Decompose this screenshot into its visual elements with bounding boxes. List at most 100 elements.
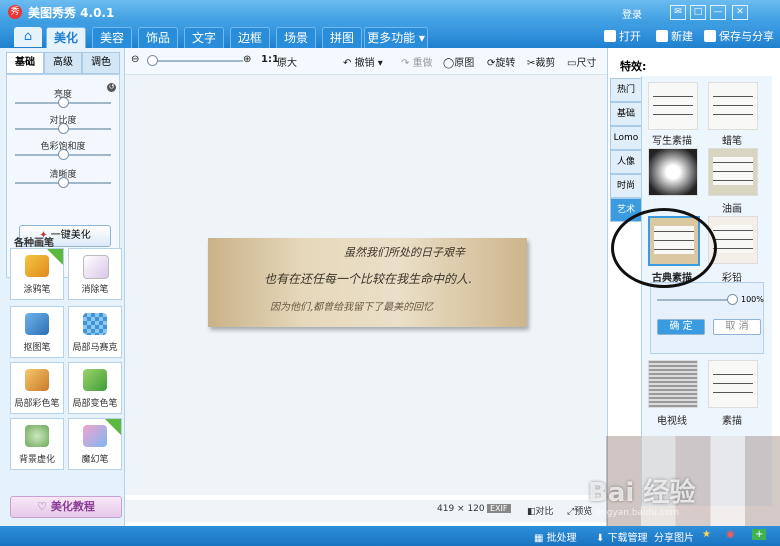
tab-text[interactable]: 文字	[184, 27, 224, 48]
effect-pencil-sketch[interactable]	[708, 360, 758, 408]
tutorial-button[interactable]: ♡ 美化教程	[10, 496, 122, 518]
recolor-brush-label: 局部变色笔	[72, 399, 118, 409]
subtab-advanced[interactable]: 高级	[44, 52, 82, 74]
photo-image[interactable]: 虽然我们所处的日子艰辛 也有在还任每一个比较在我生命中的人. 因为他们,都曾给我…	[208, 238, 527, 327]
app-title: 美图秀秀 4.0.1	[28, 6, 115, 20]
tab-frame[interactable]: 边框	[230, 27, 270, 48]
photo-line-2: 也有在还任每一个比较在我生命中的人.	[264, 272, 472, 286]
cancel-button[interactable]: 取 消	[713, 319, 761, 335]
category-fashion[interactable]: 时尚	[610, 174, 642, 198]
magic-wand-icon	[83, 425, 107, 447]
brightness-knob[interactable]	[58, 97, 69, 108]
open-button[interactable]: 打开	[604, 28, 641, 46]
compare-button[interactable]: ◧对比	[527, 504, 554, 517]
batch-button[interactable]: ▦ 批处理	[534, 529, 577, 544]
original-size-button[interactable]: 原大	[277, 54, 297, 69]
one-key-label: 一键美化	[50, 230, 91, 241]
status-bar: 419 × 120 EXIF ◧对比 ⤢预览	[125, 500, 607, 522]
tutorial-icon: ♡	[37, 500, 51, 513]
home-icon[interactable]: ⌂	[14, 27, 42, 47]
category-portrait[interactable]: 人像	[610, 150, 642, 174]
canvas-area[interactable]: 虽然我们所处的日子艰辛 也有在还任每一个比较在我生命中的人. 因为他们,都曾给我…	[125, 75, 607, 495]
close-button[interactable]: ✕	[732, 5, 748, 20]
zoom-knob[interactable]	[147, 55, 158, 66]
effect-sketch[interactable]	[648, 82, 698, 130]
effect-settings: 100% 确 定 取 消	[650, 282, 764, 354]
weibo-icon[interactable]: ◉	[726, 529, 735, 540]
add-icon[interactable]: +	[752, 529, 767, 540]
effect-sketch-label: 写生素描	[652, 136, 692, 147]
plus-icon	[656, 30, 668, 42]
download-label: 下载管理	[607, 533, 648, 544]
bucket-icon	[83, 369, 107, 391]
cutout-brush[interactable]: 抠图笔	[10, 306, 64, 358]
blur-brush[interactable]: 背景虚化	[10, 418, 64, 470]
skin-icon[interactable]: □	[690, 5, 706, 20]
mosaic-brush[interactable]: 局部马赛克	[68, 306, 122, 358]
pencil-icon	[25, 255, 49, 277]
new-button[interactable]: 新建	[656, 28, 693, 46]
save-share-button[interactable]: 保存与分享	[704, 28, 774, 46]
crop-button[interactable]: ✂裁剪	[527, 54, 555, 69]
category-lomo[interactable]: Lomo	[610, 126, 642, 150]
magic-brush[interactable]: 魔幻笔	[68, 418, 122, 470]
doodle-brush[interactable]: 涂鸦笔	[10, 248, 64, 300]
zoom-out-icon[interactable]: ⊖	[131, 54, 139, 65]
tab-decoration[interactable]: 饰品	[138, 27, 178, 48]
category-hot[interactable]: 热门	[610, 78, 642, 102]
original-image-button[interactable]: ◯原图	[443, 54, 474, 69]
new-badge	[105, 419, 121, 435]
tab-face[interactable]: 美容	[92, 27, 132, 48]
crop-label: 裁剪	[535, 58, 556, 69]
color-brush-label: 局部彩色笔	[14, 399, 60, 409]
saturation-knob[interactable]	[58, 149, 69, 160]
bottom-bar: ▦ 批处理 ⬇ 下载管理 分享图片 ★ ◉ +	[0, 526, 780, 546]
effect-comic[interactable]	[648, 148, 698, 196]
star-icon[interactable]: ★	[702, 529, 711, 540]
paintbrush-icon	[25, 369, 49, 391]
effect-crayon[interactable]	[708, 82, 758, 130]
magic-brush-label: 魔幻笔	[81, 455, 109, 465]
subtab-color[interactable]: 调色	[82, 52, 120, 74]
eraser-brush[interactable]: 消除笔	[68, 248, 122, 300]
color-brush[interactable]: 局部彩色笔	[10, 362, 64, 414]
canvas-toolbar: ⊖ ⊕ 1:1 原大 ↶ 撤销 ▾ ↷ 重做 ◯原图 ⟳旋转 ✂裁剪 ▭尺寸	[125, 48, 607, 75]
exif-badge[interactable]: EXIF	[487, 504, 511, 513]
opacity-knob[interactable]	[727, 294, 738, 305]
tab-scene[interactable]: 场景	[276, 27, 316, 48]
tab-beautify[interactable]: 美化	[46, 27, 86, 48]
zoom-slider[interactable]	[147, 60, 243, 62]
share-button[interactable]: 分享图片	[654, 529, 694, 544]
annotation-circle	[611, 208, 717, 288]
doodle-brush-label: 涂鸦笔	[23, 285, 51, 295]
opacity-slider[interactable]	[657, 299, 727, 301]
sharpness-knob[interactable]	[58, 177, 69, 188]
message-icon[interactable]: ✉	[670, 5, 686, 20]
app-logo-icon: 秀	[8, 5, 22, 19]
subtab-basic[interactable]: 基础	[6, 52, 44, 74]
tab-more[interactable]: 更多功能 ▾	[364, 27, 428, 48]
minimize-button[interactable]: —	[710, 5, 726, 20]
photo-line-3: 因为他们,都曾给我留下了最美的回忆	[270, 302, 434, 313]
effect-pencil-sketch-label: 素描	[722, 416, 742, 427]
undo-button[interactable]: ↶ 撤销 ▾	[343, 54, 383, 69]
effect-oil[interactable]	[708, 148, 758, 196]
contrast-knob[interactable]	[58, 123, 69, 134]
effect-tv-lines[interactable]	[648, 360, 698, 408]
login-link[interactable]: 登录	[622, 6, 642, 21]
compare-label: 对比	[535, 507, 554, 517]
redo-button[interactable]: ↷ 重做	[401, 54, 433, 69]
main-nav: ⌂ 美化 美容 饰品 文字 边框 场景 拼图 更多功能 ▾ 打开 新建 保存与分…	[0, 24, 780, 48]
recolor-brush[interactable]: 局部变色笔	[68, 362, 122, 414]
cutout-brush-label: 抠图笔	[23, 343, 51, 353]
tab-collage[interactable]: 拼图	[322, 27, 362, 48]
resize-button[interactable]: ▭尺寸	[567, 54, 596, 69]
upgrade-badge	[47, 249, 63, 265]
download-button[interactable]: ⬇ 下载管理	[596, 529, 648, 544]
brush-section-title: 各种画笔	[14, 238, 54, 249]
effect-crayon-label: 蜡笔	[722, 136, 742, 147]
zoom-in-icon[interactable]: ⊕	[243, 54, 251, 65]
confirm-button[interactable]: 确 定	[657, 319, 705, 335]
category-basic[interactable]: 基础	[610, 102, 642, 126]
rotate-button[interactable]: ⟳旋转	[487, 54, 515, 69]
